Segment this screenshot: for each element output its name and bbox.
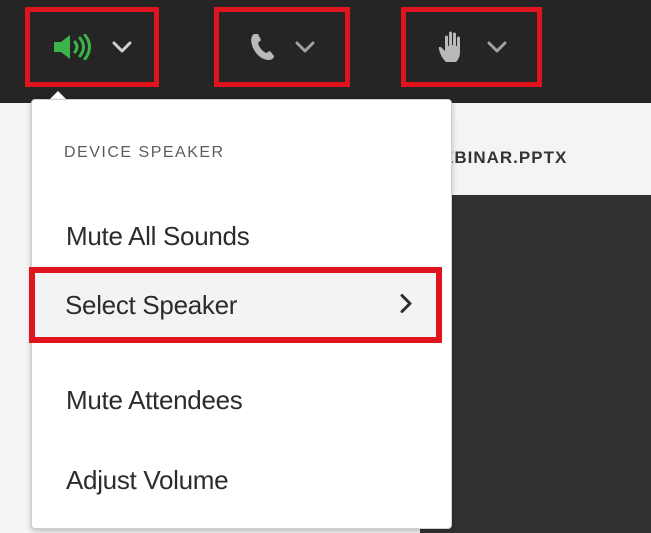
menu-item-select-speaker[interactable]: Select Speaker xyxy=(29,267,442,343)
raise-hand-button[interactable] xyxy=(401,7,542,87)
phone-button[interactable] xyxy=(214,7,350,87)
speaker-dropdown-menu: DEVICE SPEAKER Mute All Sounds Select Sp… xyxy=(29,99,452,529)
speaker-button[interactable] xyxy=(25,7,159,87)
document-tab[interactable]: EBINAR.PPTX xyxy=(420,120,651,195)
document-tab-label: EBINAR.PPTX xyxy=(442,147,568,167)
menu-item-mute-all-sounds[interactable]: Mute All Sounds xyxy=(32,204,451,268)
speaker-icon xyxy=(52,34,94,60)
menu-header: DEVICE SPEAKER xyxy=(64,144,225,161)
menu-item-mute-attendees[interactable]: Mute Attendees xyxy=(32,368,451,432)
chevron-down-icon[interactable] xyxy=(295,41,315,53)
phone-icon xyxy=(249,32,277,62)
chevron-right-icon xyxy=(400,290,412,321)
meeting-toolbar xyxy=(0,0,651,103)
chevron-down-icon[interactable] xyxy=(487,41,507,53)
menu-item-label: Mute Attendees xyxy=(66,384,243,415)
menu-item-label: Mute All Sounds xyxy=(66,220,250,251)
presentation-stage xyxy=(420,195,651,533)
hand-icon xyxy=(437,30,469,64)
menu-item-label: Adjust Volume xyxy=(66,464,229,495)
chevron-down-icon[interactable] xyxy=(112,41,132,53)
menu-item-label: Select Speaker xyxy=(65,289,238,320)
menu-item-adjust-volume[interactable]: Adjust Volume xyxy=(32,448,451,512)
